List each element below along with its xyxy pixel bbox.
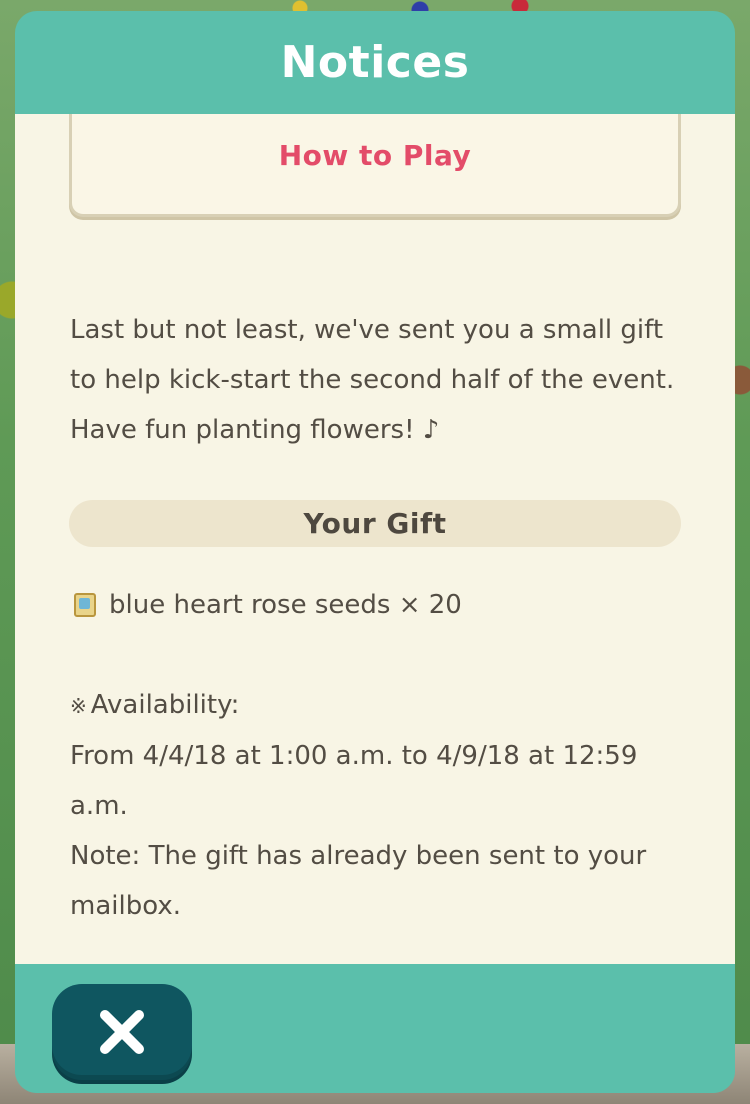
availability-section: ※ Availability: From 4/4/18 at 1:00 a.m. … <box>70 680 690 931</box>
panel-title: Notices <box>280 37 470 88</box>
how-to-play-card[interactable]: How to Play <box>69 114 681 217</box>
notices-panel: Notices How to Play Last but not least, … <box>15 11 735 1093</box>
panel-footer <box>15 964 735 1093</box>
close-button[interactable] <box>52 984 192 1080</box>
availability-note: Note: The gift has already been sent to … <box>70 841 647 921</box>
your-gift-title: Your Gift <box>303 507 447 540</box>
close-icon <box>100 1010 144 1054</box>
availability-label-line: ※ Availability: <box>70 680 690 731</box>
availability-label: Availability: <box>90 690 240 720</box>
reference-mark-icon: ※ <box>70 694 87 718</box>
your-gift-header: Your Gift <box>69 500 681 547</box>
gift-item: blue heart rose seeds × 20 <box>70 580 690 630</box>
notice-content[interactable]: How to Play Last but not least, we've se… <box>15 114 735 964</box>
how-to-play-title: How to Play <box>278 139 472 172</box>
gift-item-label: blue heart rose seeds × 20 <box>109 590 462 620</box>
availability-dates: From 4/4/18 at 1:00 a.m. to 4/9/18 at 12… <box>70 741 638 821</box>
seed-bag-icon <box>74 593 96 617</box>
notice-paragraph: Last but not least, we've sent you a sma… <box>70 315 675 445</box>
